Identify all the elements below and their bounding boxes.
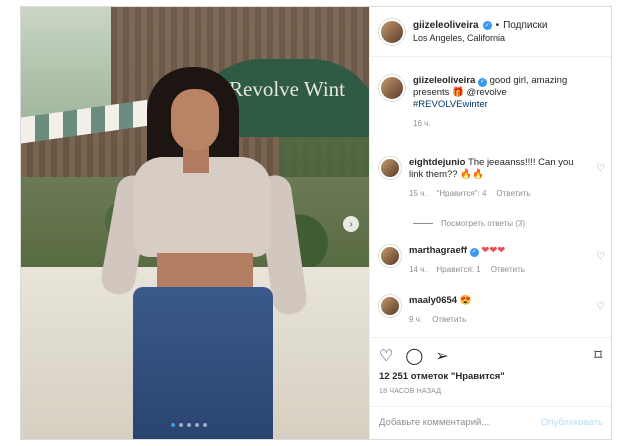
comment-like-heart-icon[interactable]: ♡ — [596, 301, 605, 312]
replies-line-divider — [413, 223, 433, 224]
comment-likes[interactable]: "Нравится": 4 — [437, 189, 487, 198]
comment-row: marthagraeff ✓ ❤❤❤ 14 ч. Нравится: 1 Отв… — [379, 245, 605, 274]
comment-emoji: ❤❤❤ — [481, 245, 506, 256]
caption-username[interactable]: giizeleoliveira — [413, 75, 475, 86]
comment-icon[interactable]: ◯ — [405, 346, 423, 366]
carousel-next-button[interactable]: › — [343, 216, 359, 232]
carousel-dot — [203, 423, 207, 427]
publish-button[interactable]: Опубликовать — [541, 417, 603, 428]
post-actions: ♡ ◯ ➢ ⌑ 12 251 отметок "Нравится" 18 ЧАС… — [370, 337, 611, 438]
add-comment-bar: Опубликовать — [370, 406, 611, 438]
comment-reply-button[interactable]: Ответить — [496, 189, 530, 198]
separator-dot: • — [495, 20, 500, 31]
post-side-panel: giizeleoliveira ✓ • Подписки Los Angeles… — [369, 7, 611, 439]
post-location[interactable]: Los Angeles, California — [413, 33, 547, 43]
comment-text: marthagraeff ✓ ❤❤❤ — [409, 245, 584, 257]
comment-text: eightdejunio The jeeaanss!!!! Can you li… — [409, 157, 584, 181]
caption-avatar[interactable] — [379, 75, 405, 101]
follow-status-button[interactable]: Подписки — [503, 20, 547, 31]
comment-username[interactable]: maaly0654 — [409, 295, 457, 306]
verified-icon: ✓ — [469, 247, 479, 257]
comment-like-heart-icon[interactable]: ♡ — [596, 163, 605, 174]
comment-input[interactable] — [379, 417, 529, 428]
carousel-dot — [171, 423, 175, 427]
comment-emoji: 🔥🔥 — [460, 169, 484, 180]
comment-time: 14 ч. — [409, 265, 427, 274]
comment-like-heart-icon[interactable]: ♡ — [596, 251, 605, 262]
caption-hashtag[interactable]: #REVOLVEwinter — [413, 99, 488, 110]
comment-username[interactable]: eightdejunio — [409, 157, 465, 168]
comment-likes[interactable]: Нравится: 1 — [437, 265, 481, 274]
caption-time: 16 ч. — [413, 119, 431, 128]
person-face — [171, 89, 219, 151]
comment-row: eightdejunio The jeeaanss!!!! Can you li… — [379, 157, 605, 198]
author-avatar[interactable] — [379, 18, 405, 45]
caption-row: giizeleoliveira ✓ good girl, amazing pre… — [379, 75, 605, 128]
comment-reply-button[interactable]: Ответить — [432, 315, 466, 324]
carousel-dot — [195, 423, 199, 427]
bookmark-icon[interactable]: ⌑ — [594, 346, 602, 364]
person-jeans — [133, 287, 273, 439]
comment-avatar[interactable] — [379, 157, 401, 179]
post-header: giizeleoliveira ✓ • Подписки Los Angeles… — [370, 7, 611, 57]
comment-avatar[interactable] — [379, 295, 401, 317]
instagram-post-modal: Revolve Wint › giizeleoliveira ✓ • Подпи… — [20, 6, 612, 440]
post-time-ago: 18 ЧАСОВ НАЗАД — [379, 388, 442, 395]
view-replies-button[interactable]: Посмотреть ответы (3) — [413, 219, 525, 228]
comment-time: 15 ч. — [409, 189, 427, 198]
carousel-dot — [187, 423, 191, 427]
carousel-dot — [179, 423, 183, 427]
comment-username[interactable]: marthagraeff — [409, 245, 467, 256]
comment-reply-button[interactable]: Ответить — [491, 265, 525, 274]
chevron-right-icon: › — [349, 218, 353, 230]
comment-avatar[interactable] — [379, 245, 401, 267]
share-icon[interactable]: ➢ — [435, 346, 448, 366]
verified-icon: ✓ — [482, 21, 492, 30]
comment-row: maaly0654 😍 9 ч. Ответить ♡ — [379, 295, 605, 324]
likes-count[interactable]: 12 251 отметок "Нравится" — [379, 371, 505, 382]
comment-text: maaly0654 😍 — [409, 295, 584, 307]
verified-icon: ✓ — [477, 77, 487, 87]
photo-sign-text: Revolve Wint — [229, 77, 346, 101]
comment-time: 9 ч. — [409, 315, 423, 324]
post-photo[interactable]: Revolve Wint › — [21, 7, 369, 439]
view-replies-label: Посмотреть ответы (3) — [441, 219, 526, 228]
comment-emoji: 😍 — [459, 295, 472, 306]
heart-icon[interactable]: ♡ — [379, 346, 393, 366]
caption-text: giizeleoliveira ✓ good girl, amazing pre… — [413, 75, 588, 111]
carousel-dots — [171, 423, 207, 427]
author-username[interactable]: giizeleoliveira — [413, 20, 479, 31]
